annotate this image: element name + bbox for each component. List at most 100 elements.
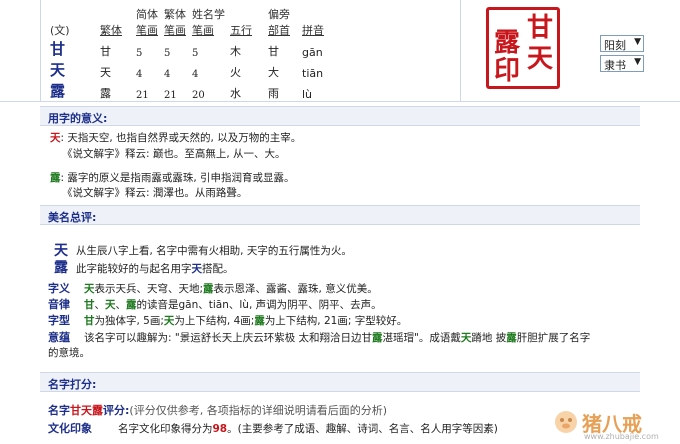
text: 表示天兵、天穹、天地; [94, 283, 204, 295]
review-line1: 从生辰八字上看, 名字中需有火相助, 天字的五行属性为火。 [76, 245, 352, 257]
zixing-text: 甘为独体字, 5画;天为上下结构, 4画;露为上下结构, 21画; 字型较好。 [84, 313, 407, 328]
pinyin-cell: tiān [302, 67, 324, 80]
header-simp-strokes: 笔画 [136, 24, 158, 37]
seal-style-value: 阳刻 [604, 39, 626, 52]
highlight-char: 天 [84, 283, 95, 295]
trad-cell: 天 [100, 66, 111, 79]
simp-cell: 5 [136, 48, 143, 59]
yiyun-label: 意蕴 [48, 331, 70, 344]
trad-cell: 甘 [100, 45, 111, 58]
highlight-char: 露 [203, 283, 214, 295]
header-pinyin: 拼音 [302, 24, 324, 37]
lu-meaning-text: : 露字的原义是指雨露或露珠, 引申指润育或显露。 [60, 172, 295, 184]
section-title-score: 名字打分: [40, 372, 640, 392]
header-wen: (文) [50, 24, 70, 37]
ziyi-text: 天表示天兵、天穹、天地;露表示恩泽、露酱、露珠, 意义优美。 [84, 281, 378, 296]
divider [460, 0, 461, 102]
name-char: 露 [54, 260, 68, 276]
simp-cell: 4 [136, 69, 143, 80]
chevron-down-icon: ▼ [634, 57, 641, 67]
highlight-char: 甘 [84, 315, 95, 327]
lu-shuowen: 《说文解字》释云: 潤澤也。从雨路聲。 [62, 187, 248, 199]
radical-cell: 雨 [268, 87, 279, 100]
text: 湛瑶瑁"。成语戴 [382, 332, 461, 344]
trad-n-cell: 5 [164, 48, 171, 59]
highlight-char: 甘 [84, 299, 95, 311]
yiyun-text-cont: 的意境。 [48, 347, 90, 359]
highlight-char: 露 [254, 315, 265, 327]
seal-font-select[interactable]: 隶书 ▼ [600, 55, 644, 72]
highlight-char: 露 [50, 172, 61, 184]
name-n-cell: 4 [192, 69, 199, 80]
name-n-cell: 20 [192, 90, 205, 101]
header-trad: 繁体 [164, 8, 186, 21]
divider [0, 101, 680, 102]
radical-cell: 大 [268, 66, 279, 79]
text: 为上下结构, 21画; 字型较好。 [264, 315, 408, 327]
text: 蹐地 披 [471, 332, 507, 344]
watermark-logo: 猪八戒 www.zhubajie.com [552, 406, 672, 444]
score-line: 名字甘天露评分:(评分仅供参考, 各项指标的详细说明请看后面的分析) [48, 402, 387, 418]
tian-meaning-text: : 天指天空, 也指自然界或天然的, 以及万物的主宰。 [60, 132, 302, 144]
lu-meaning: 露: 露字的原义是指雨露或露珠, 引申指润育或显露。 [50, 170, 295, 185]
highlight-char: 天 [163, 315, 175, 327]
seal-char: 露 [494, 28, 521, 58]
wuxing-cell: 火 [230, 66, 241, 79]
text: 此字能较好的与起名用字 [76, 263, 192, 275]
name-n-cell: 5 [192, 48, 199, 59]
highlight-char: 天 [105, 299, 116, 311]
simp-cell: 21 [136, 90, 149, 101]
ziyi-label: 字义 [48, 282, 70, 295]
yinlu-text: 甘、天、露的读音是gān、tiān、lù, 声调为阴平、阴平、去声。 [84, 297, 382, 312]
divider [40, 0, 41, 102]
wuxing-cell: 水 [230, 87, 241, 100]
wenhua-text: 名字文化印象得分为98。(主要参考了成语、趣解、诗词、名言、名人用字等因素) [118, 421, 498, 436]
text: 名字文化印象得分为 [118, 423, 213, 435]
wuxing-cell: 木 [230, 45, 241, 58]
highlight-char: 露 [506, 332, 517, 344]
header-radical: 偏旁 [268, 8, 290, 21]
zixing-label: 字型 [48, 314, 70, 327]
text: 表示恩泽、露酱、露珠, 意义优美。 [213, 283, 378, 295]
trad-cell: 露 [100, 87, 111, 100]
review-line2: 此字能较好的与起名用字天搭配。 [76, 261, 234, 276]
seal-char: 甘 [527, 13, 554, 43]
section-title-meaning: 用字的意义: [40, 106, 640, 126]
tian-meaning: 天: 天指天空, 也指自然界或天然的, 以及万物的主宰。 [50, 130, 301, 145]
trad-n-cell: 4 [164, 69, 171, 80]
text: 搭配。 [202, 263, 234, 275]
seal-char: 天 [527, 44, 554, 74]
chevron-down-icon: ▼ [634, 37, 641, 47]
char-cell: 甘 [50, 40, 66, 58]
seal-char: 印 [494, 56, 521, 86]
text: 为上下结构, 4画; [174, 315, 255, 327]
pinyin-cell: lù [302, 88, 313, 101]
yiyun-text: 该名字可以趣解为: "景运舒长天上庆云环紫极 太和翔洽日边甘露湛瑶瑁"。成语戴天… [84, 330, 590, 345]
header-radical2: 部首 [268, 24, 290, 37]
text: 肝胆扩展了名字 [516, 332, 591, 344]
char-stroke-table: 简体 繁体 姓名学 偏旁 (文) 繁体 笔画 笔画 笔画 五行 部首 拼音 甘 … [50, 6, 342, 101]
name-seal-stamp: 甘 露 天 印 [486, 7, 560, 89]
wenhua-label: 文化印象 [48, 422, 92, 435]
seal-style-select[interactable]: 阳刻 ▼ [600, 35, 644, 52]
highlight-char: 天 [460, 332, 472, 344]
highlight-char: 天 [50, 132, 61, 144]
section-title-review: 美名总评: [40, 205, 640, 225]
char-cell: 天 [50, 61, 66, 79]
highlight-char: 天 [191, 263, 203, 275]
text: 、 [115, 299, 127, 311]
header-name: 姓名学 [192, 8, 225, 21]
header-name-strokes: 笔画 [192, 24, 214, 37]
text: 该名字可以趣解为: "景运舒长天上庆云环紫极 太和翔洽日边甘 [84, 332, 373, 344]
text: 、 [94, 299, 106, 311]
text: 的读音是gān、tiān、lù, 声调为阴平、阴平、去声。 [136, 299, 382, 311]
header-simp: 简体 [136, 8, 158, 21]
header-trad-strokes: 笔画 [164, 24, 186, 37]
highlight-char: 露 [372, 332, 383, 344]
pinyin-cell: gān [302, 46, 323, 59]
tian-shuowen: 《说文解字》释云: 巅也。至高無上, 从一、大。 [62, 148, 286, 160]
char-cell: 露 [50, 82, 66, 100]
score-value: 98 [212, 423, 228, 435]
header-wuxing: 五行 [230, 24, 252, 37]
table-row: 甘 甘 5 5 5 木 甘 gān [50, 38, 342, 59]
